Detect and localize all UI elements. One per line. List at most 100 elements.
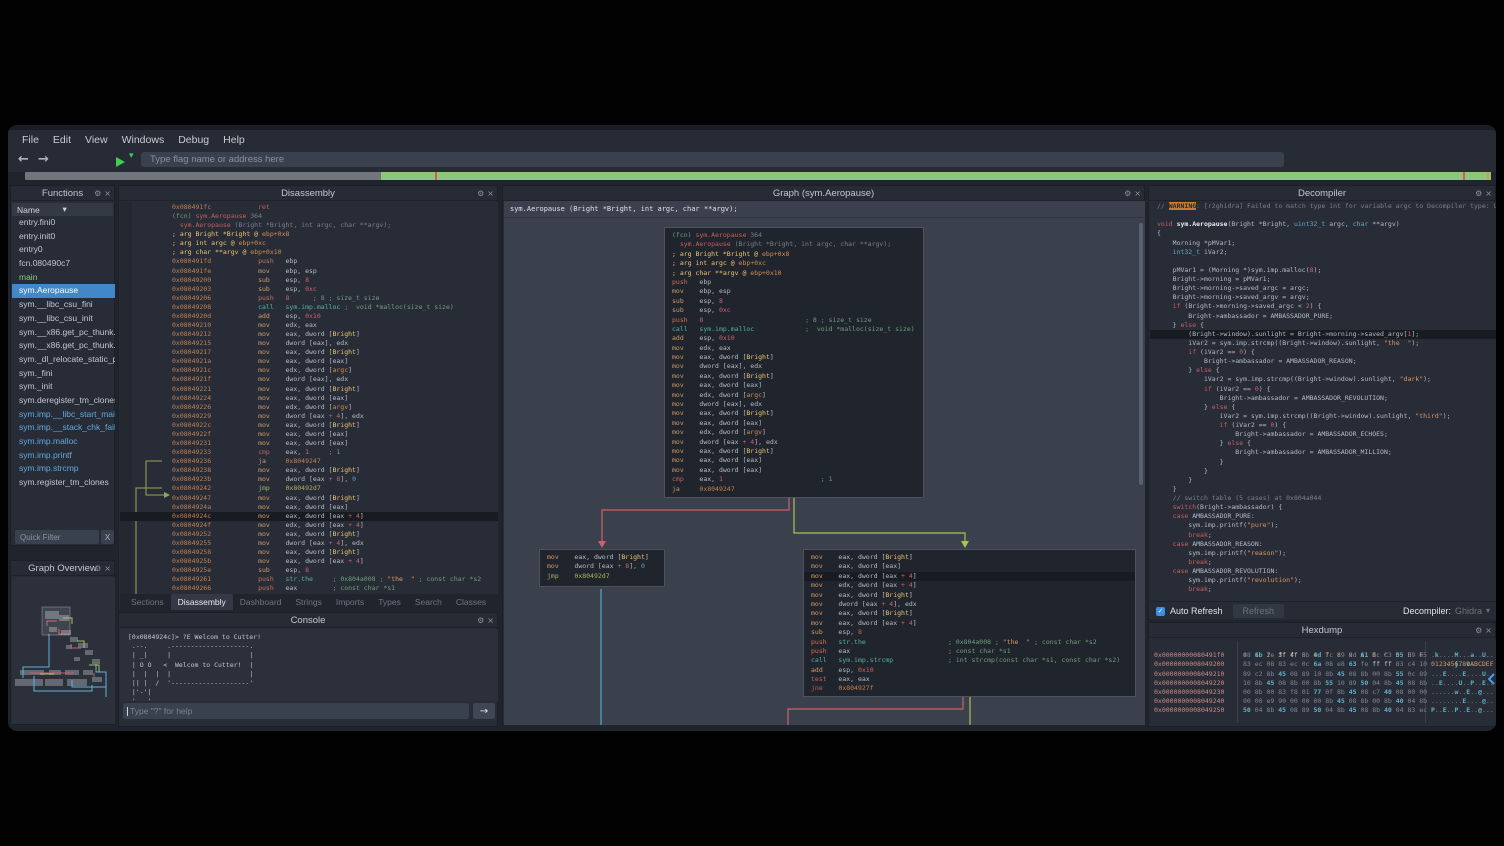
code-line[interactable]: 0x080491fe mov ebp, esp <box>120 267 498 276</box>
code-line[interactable]: 0x08049221 mov eax, dword [Bright] <box>120 385 498 394</box>
code-line[interactable]: ; arg Bright *Bright @ ebp+0x8 <box>120 230 498 239</box>
code-line[interactable]: ; arg Bright *Bright @ ebp+0x8 <box>665 250 923 259</box>
code-line[interactable]: cmp eax, 1 ; 1 <box>665 475 923 484</box>
code-line[interactable]: 0x08049233 cmp eax, 1 ; 1 <box>120 448 498 457</box>
code-line[interactable]: mov edx, dword [argc] <box>665 391 923 400</box>
code-line[interactable]: iVar2 = sym.imp.strcmp((Bright->window).… <box>1150 339 1496 348</box>
code-line[interactable]: 0x0804922c mov eax, dword [Bright] <box>120 421 498 430</box>
code-line[interactable]: call sym.imp.strcmp ; int strcmp(const c… <box>804 656 1135 665</box>
function-item[interactable]: fcn.080490c7 <box>12 257 115 271</box>
code-line[interactable]: 0x0804923b mov dword [eax + 8], 0 <box>120 475 498 484</box>
code-line[interactable]: Bright->ambassador = AMBASSADOR_MILLION; <box>1150 448 1496 457</box>
close-icon[interactable]: × <box>487 190 494 198</box>
code-line[interactable]: sym.imp.printf("reason"); <box>1150 549 1496 558</box>
code-line[interactable]: Bright->morning->saved_argc = argc; <box>1150 284 1496 293</box>
code-line[interactable]: 0x080491fc ret <box>120 203 498 212</box>
code-line[interactable]: mov dword [eax], edx <box>665 400 923 409</box>
code-line[interactable]: iVar2 = sym.imp.strcmp((Bright->window).… <box>1150 412 1496 421</box>
function-item[interactable]: main <box>12 271 115 285</box>
function-item[interactable]: sym.__libc_csu_fini <box>12 298 115 312</box>
memory-map-bar[interactable] <box>25 172 1491 180</box>
graph-vertical-scrollbar[interactable] <box>1139 223 1143 485</box>
code-line[interactable]: (Bright->window).sunlight = Bright->morn… <box>1150 330 1496 339</box>
code-line[interactable]: mov eax, dword [Bright] <box>665 353 923 362</box>
code-line[interactable]: jmp 0x80492d7 <box>540 572 664 581</box>
gear-icon[interactable]: ⚙ <box>94 565 101 573</box>
code-line[interactable]: 0x0804925e sub esp, 8 <box>120 566 498 575</box>
code-line[interactable]: mov dword [eax + 8], 0 <box>540 562 664 571</box>
code-line[interactable]: mov edx, eax <box>665 344 923 353</box>
code-line[interactable]: break; <box>1150 585 1496 594</box>
code-line[interactable]: 0x0804924c mov eax, dword [eax + 4] <box>120 512 498 521</box>
close-icon[interactable]: × <box>1485 627 1492 635</box>
close-icon[interactable]: × <box>487 617 494 625</box>
function-item[interactable]: sym._fini <box>12 367 115 381</box>
code-line[interactable]: mov eax, dword [Bright] <box>804 553 1135 562</box>
debug-play-icon[interactable] <box>116 157 125 167</box>
code-line[interactable]: push 8 ; 8 ; size_t size <box>665 316 923 325</box>
code-line[interactable]: 0x0804924f mov edx, dword [eax + 4] <box>120 521 498 530</box>
code-line[interactable]: 0x08049252 mov eax, dword [Bright] <box>120 530 498 539</box>
code-line[interactable]: 0x08049266 push eax ; const char *s1 <box>120 584 498 593</box>
code-line[interactable]: (fcn) sym.Aeropause 364 <box>665 231 923 240</box>
play-dropdown-chevron-icon[interactable]: ▾ <box>129 151 134 161</box>
menu-item-file[interactable]: File <box>22 134 39 146</box>
code-line[interactable]: mov dword [eax + 4], edx <box>804 600 1135 609</box>
code-line[interactable]: 0x08049208 call sym.imp.malloc ; void *m… <box>120 303 498 312</box>
hexdump-row[interactable]: 0x000000000804925050 04 8b 45 08 89 50 0… <box>1150 706 1496 715</box>
function-item[interactable]: sym.__libc_csu_init <box>12 312 115 326</box>
code-line[interactable]: mov eax, dword [eax] <box>804 562 1135 571</box>
code-line[interactable]: mov edx, dword [argv] <box>665 428 923 437</box>
code-line[interactable]: 0x08049242 jmp 0x80492d7 <box>120 484 498 493</box>
function-item[interactable]: sym.imp.strcmp <box>12 462 115 476</box>
menu-item-view[interactable]: View <box>85 134 108 146</box>
code-line[interactable]: Bright->ambassador = AMBASSADOR_PURE; <box>1150 312 1496 321</box>
code-line[interactable]: } <box>1150 467 1496 476</box>
code-line[interactable]: ; arg char **argv @ ebp+0x10 <box>665 269 923 278</box>
code-line[interactable]: 0x08049200 sub esp, 8 <box>120 276 498 285</box>
code-line[interactable]: ; arg int argc @ ebp+0xc <box>120 239 498 248</box>
code-line[interactable]: 0x0804925b mov eax, dword [eax + 4] <box>120 557 498 566</box>
tab-sections[interactable]: Sections <box>124 594 171 610</box>
code-line[interactable]: } else { <box>1150 439 1496 448</box>
function-item[interactable]: entry.fini0 <box>12 216 115 230</box>
tab-classes[interactable]: Classes <box>449 594 493 610</box>
code-line[interactable]: 0x08049255 mov dword [eax + 4], edx <box>120 539 498 548</box>
code-line[interactable]: 0x0804920d add esp, 0x10 <box>120 312 498 321</box>
code-line[interactable]: ja 0x8049247 <box>665 485 923 494</box>
code-line[interactable]: jne 0x804927f <box>804 684 1135 693</box>
address-search-input[interactable]: Type flag name or address here <box>141 152 1284 167</box>
code-line[interactable]: 0x08049247 mov eax, dword [Bright] <box>120 494 498 503</box>
code-line[interactable]: mov ebp, esp <box>665 287 923 296</box>
code-line[interactable]: int32_t iVar2; <box>1150 248 1496 257</box>
code-line[interactable]: case AMBASSADOR_REVOLUTION: <box>1150 567 1496 576</box>
graph-block-false-branch[interactable]: mov eax, dword [Bright]mov dword [eax + … <box>539 549 665 587</box>
function-item[interactable]: sym.__x86.get_pc_thunk.bp <box>12 326 115 340</box>
code-line[interactable]: case AMBASSADOR_REASON: <box>1150 540 1496 549</box>
code-line[interactable]: mov eax, dword [eax + 4] <box>804 572 1135 581</box>
code-line[interactable]: case AMBASSADOR_PURE: <box>1150 512 1496 521</box>
graph-block-true-branch[interactable]: mov eax, dword [Bright]mov eax, dword [e… <box>803 549 1136 697</box>
code-line[interactable]: 0x08049226 mov edx, dword [argv] <box>120 403 498 412</box>
code-line[interactable]: mov eax, dword [Bright] <box>804 591 1135 600</box>
hexdump-row[interactable]: 0x000000000804921089 c2 8b 45 08 89 10 8… <box>1150 670 1496 679</box>
code-line[interactable]: Morning *pMVar1; <box>1150 239 1496 248</box>
code-line[interactable]: 0x08049238 mov eax, dword [Bright] <box>120 466 498 475</box>
code-line[interactable]: sym.Aeropause (Bright *Bright, int argc,… <box>120 221 498 230</box>
console-input[interactable]: Type "?" for help <box>123 703 469 719</box>
graph-block-entry[interactable]: (fcn) sym.Aeropause 364 sym.Aeropause (B… <box>664 227 924 498</box>
tab-strings[interactable]: Strings <box>288 594 328 610</box>
code-line[interactable]: mov eax, dword [Bright] <box>540 553 664 562</box>
disassembly-view[interactable]: 0x080491fc ret(fcn) sym.Aeropause 364 sy… <box>120 202 498 594</box>
code-line[interactable]: 0x08049258 mov eax, dword [Bright] <box>120 548 498 557</box>
code-line[interactable]: mov eax, dword [Bright] <box>804 609 1135 618</box>
code-line[interactable]: 0x0804921a mov eax, dword [eax] <box>120 357 498 366</box>
hexdump-row[interactable]: 0x000000000804923000 8b 00 83 f8 01 77 0… <box>1150 688 1496 697</box>
code-line[interactable]: push str.the ; 0x804a008 ; "the " ; cons… <box>804 638 1135 647</box>
code-line[interactable]: 0x0804924a mov eax, dword [eax] <box>120 503 498 512</box>
close-icon[interactable]: × <box>1134 190 1141 198</box>
code-line[interactable]: // WARNING: [r2ghidra] Failed to match t… <box>1150 202 1496 211</box>
code-line[interactable]: ; arg int argc @ ebp+0xc <box>665 259 923 268</box>
console-send-button[interactable]: → <box>473 703 495 719</box>
code-line[interactable]: 0x08049217 mov eax, dword [Bright] <box>120 348 498 357</box>
